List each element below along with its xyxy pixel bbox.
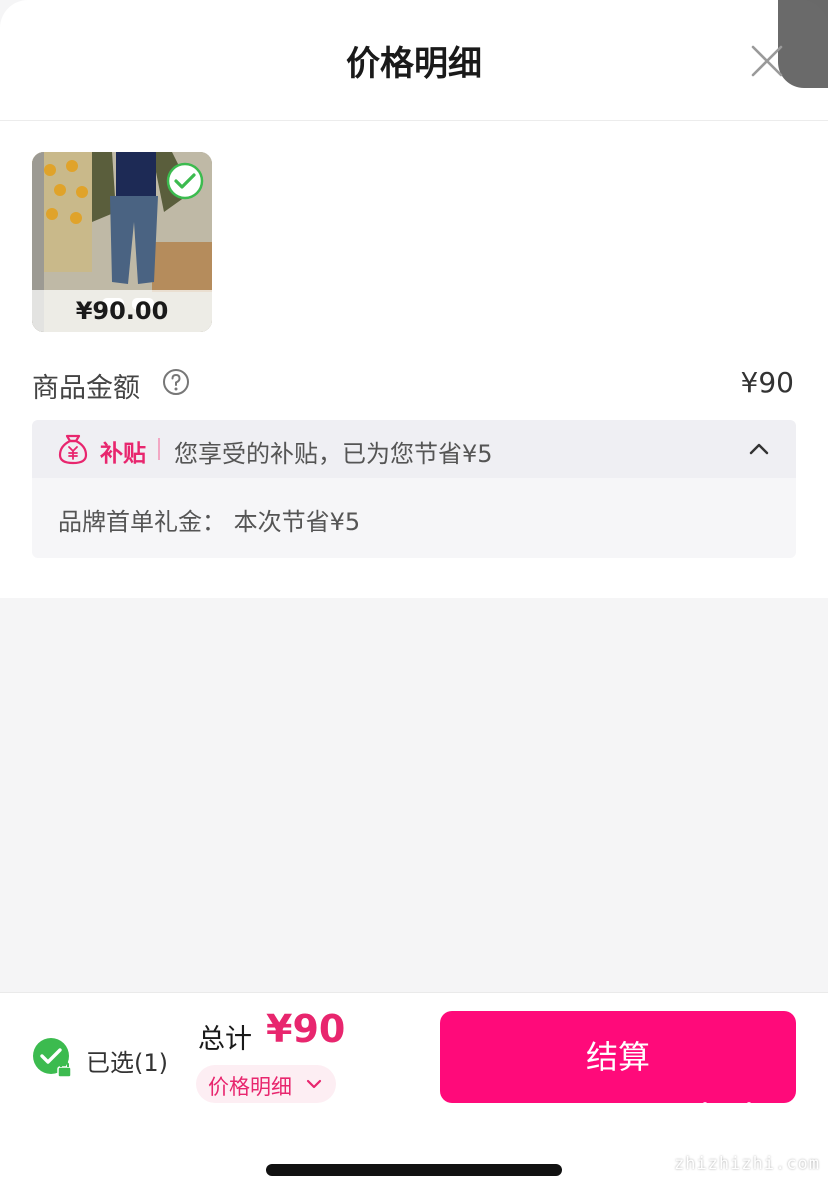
watermark-logo bbox=[680, 1102, 808, 1144]
total-label: 总计 bbox=[198, 1024, 252, 1055]
subsidy-panel: 补贴 您享受的补贴，已为您节省¥5 品牌首单礼金： 本次节省¥5 bbox=[32, 420, 796, 558]
home-indicator[interactable] bbox=[266, 1164, 562, 1176]
selected-check-icon[interactable] bbox=[166, 162, 204, 200]
amount-value: ¥90 bbox=[740, 366, 794, 399]
page-title: 价格明细 bbox=[346, 44, 482, 84]
selected-count: 已选(1) bbox=[86, 1049, 168, 1077]
price-detail-sheet: 价格明细 ¥90.00 商品金额 ¥90 补贴 您享受的补贴，已为您节省¥5 品… bbox=[0, 0, 828, 598]
sheet-header: 价格明细 bbox=[0, 0, 828, 121]
price-detail-toggle[interactable]: 价格明细 bbox=[196, 1065, 336, 1103]
amount-row: 商品金额 ¥90 bbox=[32, 364, 796, 404]
price-detail-label: 价格明细 bbox=[208, 1075, 292, 1099]
money-bag-icon bbox=[58, 434, 88, 465]
total-value: ¥90 bbox=[266, 1007, 346, 1051]
product-price: ¥90.00 bbox=[32, 290, 212, 332]
subsidy-tag: 补贴 bbox=[100, 441, 146, 467]
checkout-button[interactable]: 结算 bbox=[440, 1011, 796, 1103]
amount-label: 商品金额 bbox=[32, 373, 140, 404]
select-all-check-icon[interactable] bbox=[32, 1037, 74, 1079]
watermark-text: zhizhizhi.com bbox=[673, 1154, 821, 1174]
subsidy-detail: 品牌首单礼金： 本次节省¥5 bbox=[58, 508, 361, 536]
question-icon[interactable] bbox=[162, 368, 190, 396]
subsidy-header[interactable]: 补贴 您享受的补贴，已为您节省¥5 bbox=[32, 420, 796, 478]
site-watermark: zhizhizhi.com bbox=[672, 1098, 822, 1184]
subsidy-summary: 您享受的补贴，已为您节省¥5 bbox=[174, 440, 493, 468]
chevron-down-icon bbox=[306, 1079, 322, 1089]
divider bbox=[158, 438, 160, 460]
chevron-up-icon[interactable] bbox=[748, 438, 770, 460]
close-icon[interactable] bbox=[748, 42, 786, 80]
